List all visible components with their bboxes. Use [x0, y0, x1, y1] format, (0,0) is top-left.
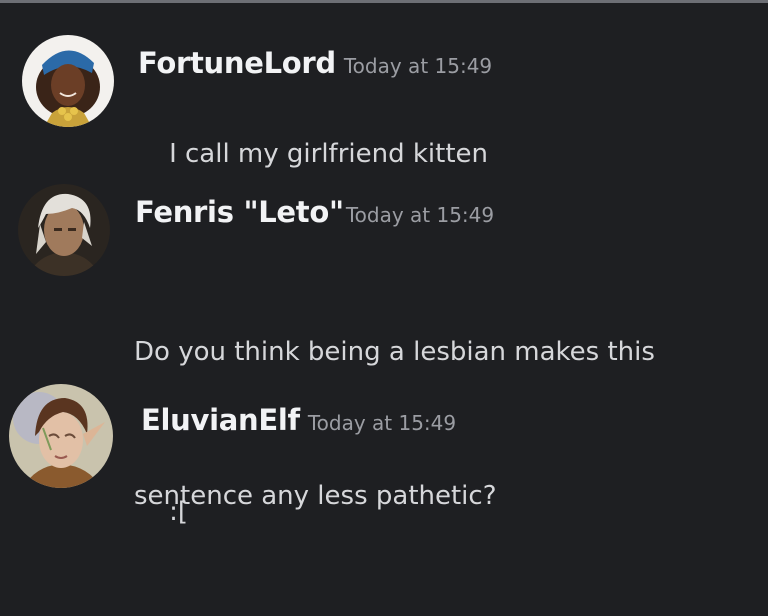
timestamp: Today at 15:49	[343, 54, 493, 78]
message-header: FortuneLord Today at 15:49	[138, 46, 492, 80]
timestamp: Today at 15:49	[307, 411, 457, 435]
window-top-border	[0, 0, 768, 3]
username[interactable]: EluvianElf	[141, 403, 300, 437]
username[interactable]: Fenris "Leto"	[135, 195, 344, 229]
message-text: :[	[169, 497, 188, 527]
user-avatar-fortunelord-icon	[22, 35, 114, 127]
avatar[interactable]	[22, 35, 114, 127]
avatar[interactable]	[9, 384, 113, 488]
message-line: sentence any less pathetic?	[134, 481, 497, 511]
user-avatar-eluvianelf-icon	[9, 384, 113, 488]
message-header: EluvianElf Today at 15:49	[141, 403, 456, 437]
username[interactable]: FortuneLord	[138, 46, 336, 80]
timestamp: Today at 15:49	[345, 203, 495, 227]
message-text: I call my girlfriend kitten	[169, 139, 489, 169]
avatar[interactable]	[18, 184, 110, 276]
message-line: Do you think being a lesbian makes this	[134, 337, 655, 367]
message-header: Fenris "Leto" Today at 15:49	[135, 195, 494, 229]
message-content: :[	[136, 440, 188, 584]
user-avatar-fenris-icon	[18, 184, 110, 276]
